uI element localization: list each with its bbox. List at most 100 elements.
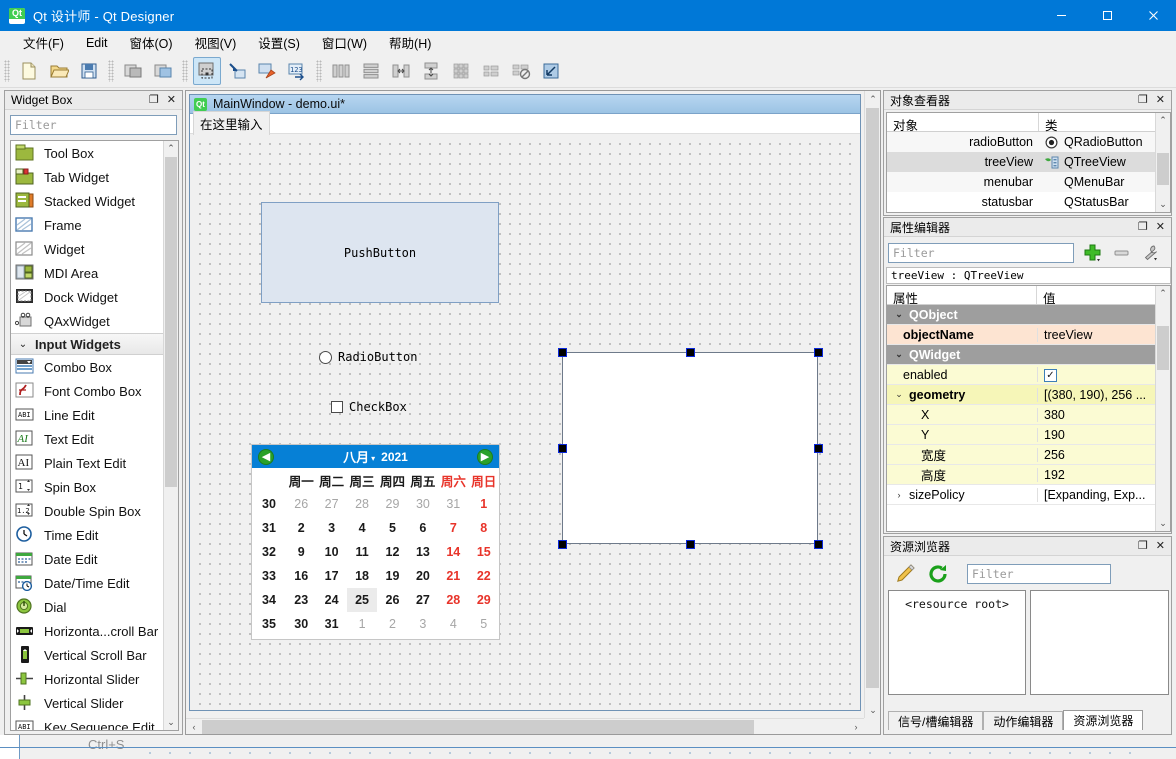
calendar-day-cell[interactable]: 14 xyxy=(438,540,468,564)
scroll-up-icon[interactable]: ⌃ xyxy=(1156,286,1170,301)
calendar-day-cell[interactable]: 21 xyxy=(438,564,468,588)
form-canvas[interactable]: PushButton RadioButton CheckBox ◀ 八月 ▾ 2… xyxy=(191,135,859,709)
enabled-checkbox[interactable]: ✓ xyxy=(1044,369,1057,383)
property-value-cell[interactable]: ✓ xyxy=(1037,366,1170,383)
resize-handle-bottom-right[interactable] xyxy=(814,540,823,549)
resource-preview-pane[interactable] xyxy=(1030,590,1169,695)
calendar-day-cell[interactable]: 28 xyxy=(347,492,377,516)
calendar-day-cell[interactable]: 4 xyxy=(347,516,377,540)
calendar-day-cell[interactable]: 15 xyxy=(469,540,499,564)
calendar-day-cell[interactable]: 8 xyxy=(469,516,499,540)
widget-box-item[interactable]: ABI Line Edit xyxy=(11,403,178,427)
form-menu-placeholder[interactable]: 在这里输入 xyxy=(193,111,270,136)
float-icon[interactable]: ❐ xyxy=(1138,94,1148,106)
form-check-box[interactable]: CheckBox xyxy=(331,400,407,414)
property-value-cell[interactable]: treeView xyxy=(1037,327,1170,342)
scroll-up-icon[interactable]: ⌃ xyxy=(865,91,881,107)
scrollbar-thumb[interactable] xyxy=(1157,153,1169,185)
menu-file[interactable]: 文件(F) xyxy=(12,30,75,55)
property-row[interactable]: X 380 xyxy=(887,405,1170,425)
resize-handle-top-left[interactable] xyxy=(558,348,567,357)
widget-box-filter-input[interactable]: Filter xyxy=(10,115,177,135)
scroll-down-icon[interactable]: ⌄ xyxy=(1156,197,1170,212)
calendar-day-cell[interactable]: 16 xyxy=(286,564,316,588)
calendar-day-cell[interactable]: 26 xyxy=(286,492,316,516)
edit-buddies-button[interactable] xyxy=(253,57,281,85)
calendar-day-cell[interactable]: 5 xyxy=(377,516,407,540)
calendar-day-cell[interactable]: 24 xyxy=(316,588,346,612)
form-tree-view[interactable] xyxy=(562,352,818,544)
property-row[interactable]: ⌄ geometry [(380, 190), 256 ... xyxy=(887,385,1170,405)
menu-edit[interactable]: Edit xyxy=(75,33,119,53)
toolbar-grip[interactable] xyxy=(316,59,322,82)
column-header-class[interactable]: 类 xyxy=(1039,113,1170,133)
widget-box-item[interactable]: MDI Area xyxy=(11,261,178,285)
widget-box-item[interactable]: Tool Box xyxy=(11,141,178,165)
calendar-day-cell[interactable]: 19 xyxy=(377,564,407,588)
layout-grid-button[interactable] xyxy=(447,57,475,85)
dock-tab[interactable]: 资源浏览器 xyxy=(1063,710,1144,730)
property-row[interactable]: 宽度 256 xyxy=(887,445,1170,465)
property-row[interactable]: enabled ✓ xyxy=(887,365,1170,385)
calendar-day-cell[interactable]: 29 xyxy=(377,492,407,516)
property-row[interactable]: objectName treeView xyxy=(887,325,1170,345)
widget-box-item[interactable]: Horizontal Slider xyxy=(11,667,178,691)
resize-handle-bottom[interactable] xyxy=(686,540,695,549)
calendar-prev-month-button[interactable]: ◀ xyxy=(258,448,274,465)
undo-button[interactable] xyxy=(119,57,147,85)
calendar-day-cell[interactable]: 18 xyxy=(347,564,377,588)
calendar-month-label[interactable]: 八月 xyxy=(343,447,369,466)
widget-box-item[interactable]: Horizonta...croll Bar xyxy=(11,619,178,643)
chevron-right-icon[interactable]: › xyxy=(893,490,905,500)
resize-handle-top[interactable] xyxy=(686,348,695,357)
object-inspector-scrollbar[interactable]: ⌃ ⌄ xyxy=(1155,113,1170,212)
calendar-day-cell[interactable]: 3 xyxy=(316,516,346,540)
mdi-vertical-scrollbar[interactable]: ⌃ ⌄ xyxy=(864,91,880,718)
scroll-up-icon[interactable]: ⌃ xyxy=(1156,113,1170,128)
property-editor-scrollbar[interactable]: ⌃ ⌄ xyxy=(1155,286,1170,531)
object-inspector-row[interactable]: menubar QMenuBar xyxy=(887,172,1170,192)
add-property-button[interactable] xyxy=(1080,242,1108,264)
property-value-cell[interactable]: [(380, 190), 256 ... xyxy=(1037,387,1170,402)
widget-box-item[interactable]: Vertical Slider xyxy=(11,691,178,715)
widget-box-item[interactable]: Date/Time Edit xyxy=(11,571,178,595)
calendar-day-cell[interactable]: 26 xyxy=(377,588,407,612)
property-row[interactable]: Y 190 xyxy=(887,425,1170,445)
menu-view[interactable]: 视图(V) xyxy=(184,30,248,55)
redo-button[interactable] xyxy=(149,57,177,85)
toolbar-grip[interactable] xyxy=(108,59,114,82)
property-value-cell[interactable]: 192 xyxy=(1037,467,1170,482)
scrollbar-thumb[interactable] xyxy=(202,719,754,734)
form-title-bar[interactable]: MainWindow - demo.ui* xyxy=(190,95,860,114)
dock-tab[interactable]: 信号/槽编辑器 xyxy=(888,711,984,730)
form-push-button[interactable]: PushButton xyxy=(261,202,499,303)
property-row[interactable]: › sizePolicy [Expanding, Exp... xyxy=(887,485,1170,505)
scrollbar-thumb[interactable] xyxy=(1157,326,1169,370)
widget-box-item[interactable]: QAxWidget xyxy=(11,309,178,333)
scrollbar-thumb[interactable] xyxy=(866,108,879,688)
property-row[interactable]: ⌄ QWidget xyxy=(887,345,1170,365)
property-row[interactable]: ⌄ QObject xyxy=(887,305,1170,325)
widget-box-item[interactable]: Time Edit xyxy=(11,523,178,547)
scroll-left-icon[interactable]: ‹ xyxy=(186,719,202,735)
widget-box-item[interactable]: 1.2 Double Spin Box xyxy=(11,499,178,523)
calendar-day-cell[interactable]: 27 xyxy=(408,588,438,612)
layout-horizontally-button[interactable] xyxy=(327,57,355,85)
property-value-cell[interactable]: 380 xyxy=(1037,407,1170,422)
widget-box-item[interactable]: Combo Box xyxy=(11,355,178,379)
menu-form[interactable]: 窗体(O) xyxy=(119,30,184,55)
minimize-button[interactable] xyxy=(1038,0,1084,31)
resize-handle-left[interactable] xyxy=(558,444,567,453)
calendar-day-cell[interactable]: 6 xyxy=(408,516,438,540)
calendar-day-cell[interactable]: 29 xyxy=(469,588,499,612)
calendar-day-cell[interactable]: 1 xyxy=(469,492,499,516)
maximize-button[interactable] xyxy=(1084,0,1130,31)
menu-settings[interactable]: 设置(S) xyxy=(247,30,311,55)
layout-splitter-horizontal-button[interactable] xyxy=(387,57,415,85)
scroll-down-icon[interactable]: ⌄ xyxy=(164,715,178,730)
calendar-day-cell[interactable]: 9 xyxy=(286,540,316,564)
widget-box-item[interactable]: Frame xyxy=(11,213,178,237)
toolbar-grip[interactable] xyxy=(182,59,188,82)
object-inspector-row[interactable]: statusbar QStatusBar xyxy=(887,192,1170,212)
edit-signals-slots-button[interactable] xyxy=(223,57,251,85)
